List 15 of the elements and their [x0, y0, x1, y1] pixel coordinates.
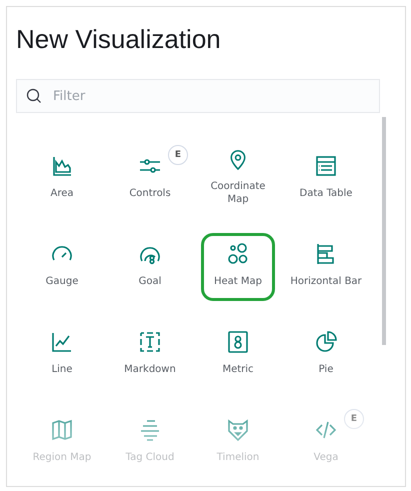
filter-field[interactable]: Filter: [16, 79, 380, 113]
area-chart-icon: [50, 154, 74, 178]
folded-map-icon: [50, 418, 74, 442]
pie-chart-icon: [314, 330, 338, 354]
line-chart-icon: [50, 330, 74, 354]
beta-badge: E: [168, 145, 188, 165]
table-icon: [314, 154, 338, 178]
scrollbar[interactable]: [382, 117, 386, 345]
text-frame-icon: [138, 330, 162, 354]
number-box-icon: [226, 330, 250, 354]
animal-face-icon: [226, 418, 250, 442]
visualization-tile[interactable]: Heat Map: [201, 233, 275, 301]
circles-icon: [226, 242, 250, 266]
dialog-title: New Visualization: [16, 23, 222, 55]
beta-badge: E: [344, 409, 364, 429]
